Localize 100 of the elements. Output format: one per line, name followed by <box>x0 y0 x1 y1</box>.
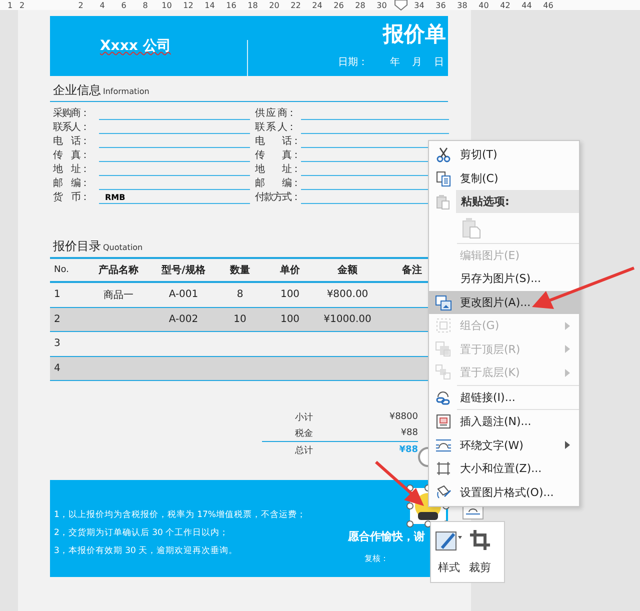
field-label: 传 真： <box>52 150 90 162</box>
company-name: Xxxx 公司 <box>100 37 171 55</box>
ruler-number: 2 <box>18 0 26 10</box>
ruler-number: 38 <box>456 0 468 10</box>
ruler-number: 46 <box>542 0 554 10</box>
crop-icon <box>468 528 492 552</box>
document-title: 报价单 <box>383 21 446 48</box>
date-unit: 月 <box>412 56 422 69</box>
field-label: 联 系 人： <box>254 122 296 134</box>
ruler-number: 8 <box>142 0 149 10</box>
copy-icon <box>434 170 452 187</box>
note-text: 3，本报价有效期 30 天，逾期欢迎再次垂询。 <box>54 545 239 557</box>
scissors-icon <box>434 146 452 164</box>
ruler-number: 34 <box>413 0 426 10</box>
change-picture-icon <box>434 294 452 311</box>
table-cell-text: ¥1000.00 <box>322 314 372 325</box>
table-cell-text: 1 <box>53 289 62 300</box>
column-header: 产品名称 <box>98 264 140 277</box>
crop-button[interactable]: 裁剪 <box>467 526 493 578</box>
column-header: 备注 <box>401 263 423 277</box>
column-header: 型号/规格 <box>160 264 206 277</box>
total-label: 税金 <box>295 428 314 440</box>
ruler-number: 10 <box>160 0 173 10</box>
total-value: ¥8800 <box>388 412 418 422</box>
date-unit: 日 <box>434 56 444 69</box>
field-label: 付款方式： <box>254 192 299 204</box>
table-cell-text: 商品一 <box>102 288 134 302</box>
closing-text: 愿合作愉快，谢 <box>348 529 425 544</box>
ruler-number: 1 <box>6 0 14 10</box>
field-label: 邮 编： <box>52 178 90 190</box>
menu-item[interactable]: 复制(C) <box>429 166 579 190</box>
ruler-number: 28 <box>354 0 366 10</box>
table-cell-text: ¥800.00 <box>326 289 370 300</box>
menu-item[interactable]: 另存为图片(S)... <box>429 267 579 290</box>
field-label: 电 话： <box>52 136 90 148</box>
hyperlink-icon <box>434 388 452 406</box>
column-header: 数量 <box>228 264 251 277</box>
note-text: 1，以上报价均为含税报价，税率为 17%增值税票，不含运费； <box>54 509 308 521</box>
size-icon <box>434 460 452 478</box>
ruler-number: 26 <box>332 0 345 10</box>
ruler-number: 12 <box>182 0 194 10</box>
table-cell-text: 2 <box>53 314 62 325</box>
bring-to-front-icon <box>434 340 452 358</box>
note-text: 2，交货期为订单确认后 30 个工作日以内； <box>54 527 230 539</box>
menu-item[interactable]: 插入题注(N)... <box>429 410 579 434</box>
date-label: 日期： <box>338 56 368 69</box>
paint-brush-icon <box>434 484 452 501</box>
field-label: 地 址： <box>52 164 90 176</box>
ruler-number: 16 <box>225 0 238 10</box>
table-cell-text: 100 <box>279 314 301 325</box>
table-cell-text: 4 <box>53 362 62 374</box>
table-cell-text: 3 <box>53 338 62 350</box>
menu-header: 粘贴选项: <box>456 190 579 214</box>
menu-item[interactable]: 超链接(I)... <box>429 386 579 409</box>
ruler-number: 22 <box>290 0 302 10</box>
menu-item[interactable]: 环绕文字(W) <box>429 434 579 457</box>
group-icon <box>434 317 452 334</box>
field-label: 传 真： <box>254 150 299 162</box>
column-header: 单价 <box>279 264 301 277</box>
menu-item[interactable]: 设置图片格式(O)... <box>429 480 579 504</box>
table-cell-text: 10 <box>232 314 248 325</box>
ruler-number: 6 <box>120 0 128 10</box>
field-label: 电 话： <box>254 136 299 148</box>
style-button[interactable]: 样式 <box>433 526 465 578</box>
table-cell-text: 100 <box>279 289 301 300</box>
clipboard-icon <box>434 193 451 210</box>
table-cell-text: A-002 <box>168 314 200 325</box>
menu-item[interactable]: 大小和位置(Z)... <box>429 457 579 480</box>
field-label: 供 应 商： <box>254 108 296 120</box>
ruler-number: 36 <box>434 0 447 10</box>
field-label: 货 币： <box>52 192 90 204</box>
column-header: 金额 <box>336 263 358 277</box>
ruler-number: 14 <box>204 0 216 10</box>
fill-in-line[interactable]: RMB <box>99 192 250 204</box>
ruler-number: 20 <box>268 0 280 10</box>
total-label: 小计 <box>295 412 314 424</box>
section-subtitle: Quotation <box>103 243 143 252</box>
section-title: 企业信息 <box>53 82 101 99</box>
date-unit: 年 <box>390 56 400 69</box>
total-value: ¥88 <box>400 428 418 438</box>
table-cell-text: 8 <box>236 289 244 300</box>
field-label: 地 址： <box>254 164 299 176</box>
menu-item[interactable]: 更改图片(A)... <box>429 290 579 314</box>
wrap-text-icon <box>434 436 452 454</box>
ruler-number: 24 <box>311 0 324 10</box>
total-label: 总计 <box>295 444 314 456</box>
menu-item[interactable]: 剪切(T) <box>429 143 579 166</box>
section-title: 报价目录 <box>53 238 101 255</box>
ruler-number: 40 <box>478 0 490 10</box>
ruler-number: 18 <box>246 0 259 10</box>
total-value: ¥88 <box>398 445 418 455</box>
ruler-number: 44 <box>520 0 533 10</box>
ruler-number: 4 <box>98 0 106 10</box>
ruler-number: 30 <box>376 0 388 10</box>
column-header: No. <box>53 265 70 275</box>
section-subtitle: Information <box>103 87 150 96</box>
caption-icon <box>434 413 452 430</box>
field-label: 采购商： <box>52 108 90 120</box>
ruler-number: 42 <box>499 0 512 10</box>
field-label: 邮 编： <box>254 178 299 190</box>
